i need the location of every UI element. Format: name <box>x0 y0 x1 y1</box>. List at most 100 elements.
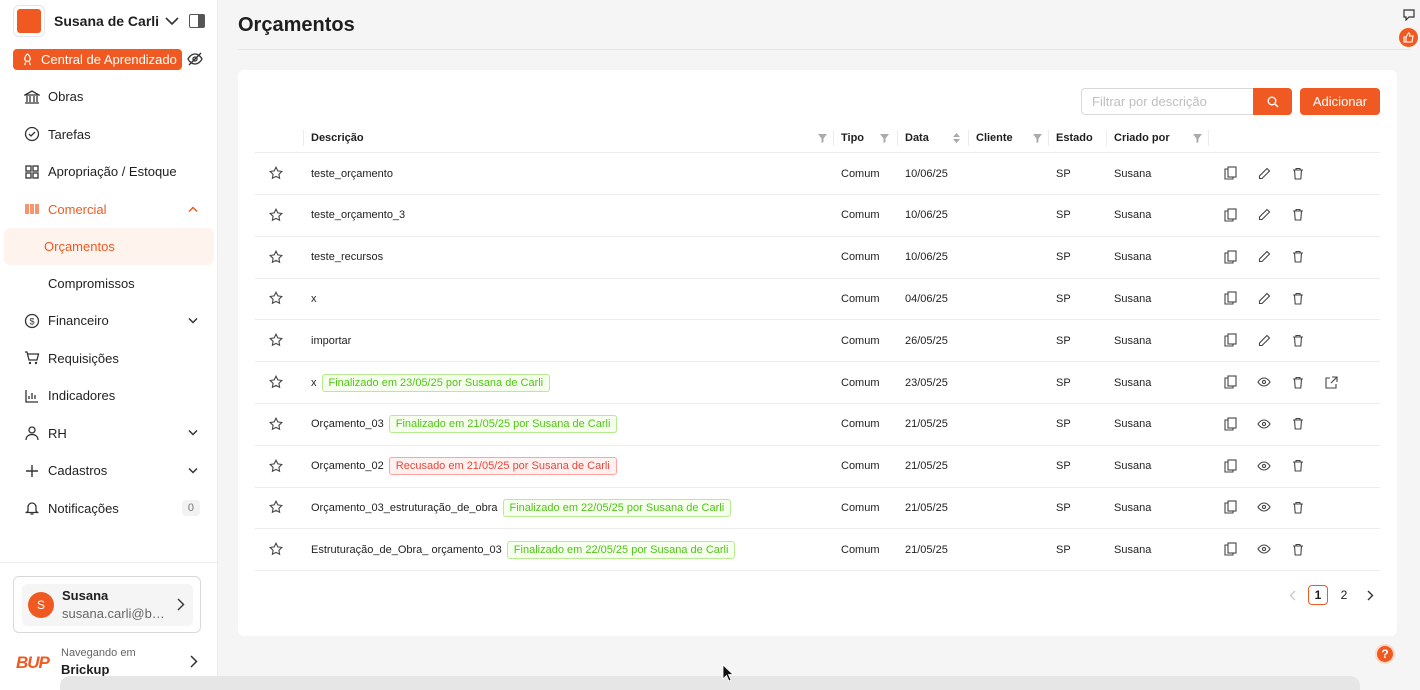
table-row: Orçamento_02 Recusado em 21/05/25 por Sus… <box>255 446 1380 488</box>
nav-item-tarefas[interactable]: Tarefas <box>0 116 218 154</box>
cell-data: 10/06/25 <box>905 209 948 222</box>
eye-off-icon[interactable] <box>187 52 203 71</box>
nav-item-requisicoes[interactable]: Requisições <box>0 340 218 378</box>
table-row: x Comum 04/06/25 SP Susana <box>255 278 1380 321</box>
nav-item-notificacoes[interactable]: Notificações 0 <box>0 490 218 528</box>
nav-item-apropriacao[interactable]: Apropriação / Estoque <box>0 153 218 191</box>
title-divider <box>238 49 1410 50</box>
star-icon[interactable] <box>268 499 284 515</box>
chevron-down-icon <box>188 317 198 324</box>
header-criado-por[interactable]: Criado por <box>1114 122 1170 153</box>
page-1-button[interactable]: 1 <box>1308 585 1328 605</box>
copy-icon[interactable] <box>1222 207 1238 223</box>
cell-descricao: Estruturação_de_Obra_ orçamento_03 Finali… <box>311 529 736 570</box>
sidebar-divider <box>0 562 218 563</box>
learning-center-button[interactable]: Central de Aprendizado <box>13 49 182 70</box>
copy-icon[interactable] <box>1222 374 1238 390</box>
nav-item-orcamentos[interactable]: Orçamentos <box>4 228 214 265</box>
star-icon[interactable] <box>268 374 284 390</box>
search-button[interactable] <box>1253 88 1292 115</box>
filter-icon[interactable] <box>1032 131 1043 149</box>
cell-estado: SP <box>1056 418 1071 431</box>
trash-icon[interactable] <box>1290 332 1306 348</box>
star-icon[interactable] <box>268 207 284 223</box>
page-2-button[interactable]: 2 <box>1334 585 1354 605</box>
plus-icon <box>24 463 40 479</box>
copy-icon[interactable] <box>1222 416 1238 432</box>
star-icon[interactable] <box>268 290 284 306</box>
nav-item-compromissos[interactable]: Compromissos <box>4 265 214 302</box>
check-circle-icon <box>24 126 40 142</box>
trash-icon[interactable] <box>1290 249 1306 265</box>
nav-item-cadastros[interactable]: Cadastros <box>0 452 218 490</box>
help-button[interactable]: ? <box>1375 644 1395 664</box>
star-icon[interactable] <box>268 165 284 181</box>
nav-item-obras[interactable]: Obras <box>0 78 218 116</box>
descricao-text: Orçamento_02 <box>311 460 384 473</box>
prev-page-button[interactable] <box>1282 585 1302 605</box>
company-switcher[interactable]: BUP Navegando em Brickup <box>16 645 206 679</box>
cell-criado-por: Susana <box>1114 167 1152 180</box>
feedback-icon[interactable] <box>1403 8 1415 26</box>
user-card[interactable]: S Susana susana.carli@brickup.com.br <box>13 576 201 633</box>
edit-icon[interactable] <box>1256 165 1272 181</box>
copy-icon[interactable] <box>1222 541 1238 557</box>
nav-item-rh[interactable]: RH <box>0 415 218 453</box>
view-icon[interactable] <box>1256 499 1272 515</box>
header-tipo[interactable]: Tipo <box>841 122 864 153</box>
nav-item-indicadores[interactable]: Indicadores <box>0 377 218 415</box>
sort-icon[interactable] <box>952 131 961 149</box>
star-icon[interactable] <box>268 249 284 265</box>
trash-icon[interactable] <box>1290 458 1306 474</box>
column-separator <box>897 130 898 146</box>
star-icon[interactable] <box>268 416 284 432</box>
descricao-text: teste_recursos <box>311 251 384 264</box>
trash-icon[interactable] <box>1290 541 1306 557</box>
trash-icon[interactable] <box>1290 499 1306 515</box>
edit-icon[interactable] <box>1256 249 1272 265</box>
copy-icon[interactable] <box>1222 458 1238 474</box>
header-cliente[interactable]: Cliente <box>976 122 1013 153</box>
copy-icon[interactable] <box>1222 249 1238 265</box>
trash-icon[interactable] <box>1290 290 1306 306</box>
edit-icon[interactable] <box>1256 290 1272 306</box>
sidebar-collapse-icon[interactable] <box>189 14 205 28</box>
view-icon[interactable] <box>1256 416 1272 432</box>
trash-icon[interactable] <box>1290 165 1306 181</box>
star-icon[interactable] <box>268 332 284 348</box>
avatar: S <box>28 592 54 618</box>
bell-icon <box>24 500 40 516</box>
star-icon[interactable] <box>268 458 284 474</box>
filter-input[interactable] <box>1081 88 1254 115</box>
chevron-up-icon <box>188 206 198 213</box>
nav-item-comercial[interactable]: Comercial <box>0 191 218 229</box>
add-button[interactable]: Adicionar <box>1300 88 1380 115</box>
view-icon[interactable] <box>1256 374 1272 390</box>
nav-item-financeiro[interactable]: $ Financeiro <box>0 302 218 340</box>
header-descricao[interactable]: Descrição <box>311 122 364 153</box>
export-icon[interactable] <box>1323 374 1339 390</box>
star-icon[interactable] <box>268 541 284 557</box>
filter-icon[interactable] <box>817 131 828 149</box>
view-icon[interactable] <box>1256 541 1272 557</box>
next-page-button[interactable] <box>1360 585 1380 605</box>
thumbs-up-icon[interactable] <box>1399 28 1418 47</box>
workspace-switcher[interactable]: Susana de Carli <box>13 5 213 37</box>
trash-icon[interactable] <box>1290 207 1306 223</box>
copy-icon[interactable] <box>1222 290 1238 306</box>
copy-icon[interactable] <box>1222 332 1238 348</box>
filter-icon[interactable] <box>1192 131 1203 149</box>
navigating-label: Navegando em <box>61 647 136 659</box>
view-icon[interactable] <box>1256 458 1272 474</box>
copy-icon[interactable] <box>1222 499 1238 515</box>
trash-icon[interactable] <box>1290 416 1306 432</box>
filter-icon[interactable] <box>879 131 890 149</box>
descricao-text: x <box>311 376 317 389</box>
edit-icon[interactable] <box>1256 332 1272 348</box>
header-data[interactable]: Data <box>905 122 929 153</box>
user-profile[interactable]: S Susana susana.carli@brickup.com.br <box>22 584 193 626</box>
edit-icon[interactable] <box>1256 207 1272 223</box>
cell-criado-por: Susana <box>1114 209 1152 222</box>
trash-icon[interactable] <box>1290 374 1306 390</box>
copy-icon[interactable] <box>1222 165 1238 181</box>
